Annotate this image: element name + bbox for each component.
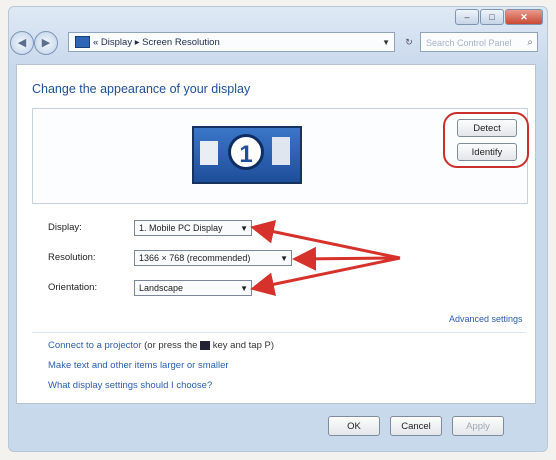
cancel-button[interactable]: Cancel xyxy=(390,416,442,436)
projector-link-row: Connect to a projector (or press the key… xyxy=(48,340,274,351)
annotation-arrow xyxy=(250,256,401,297)
apply-button[interactable]: Apply xyxy=(452,416,504,436)
windows-key-icon xyxy=(200,340,211,350)
connect-projector-link[interactable]: Connect to a projector xyxy=(48,340,141,351)
divider xyxy=(32,332,526,333)
text-size-link[interactable]: Make text and other items larger or smal… xyxy=(48,360,229,371)
ok-button[interactable]: OK xyxy=(328,416,380,436)
annotation-arrows xyxy=(250,219,401,297)
projector-hint: (or press the key and tap P) xyxy=(144,340,274,351)
dialog-footer: OK Cancel Apply xyxy=(16,404,536,444)
annotation-arrow xyxy=(250,219,401,260)
advanced-settings-link[interactable]: Advanced settings xyxy=(449,314,523,324)
annotation-arrow xyxy=(292,246,401,271)
display-help-link[interactable]: What display settings should I choose? xyxy=(48,380,212,391)
